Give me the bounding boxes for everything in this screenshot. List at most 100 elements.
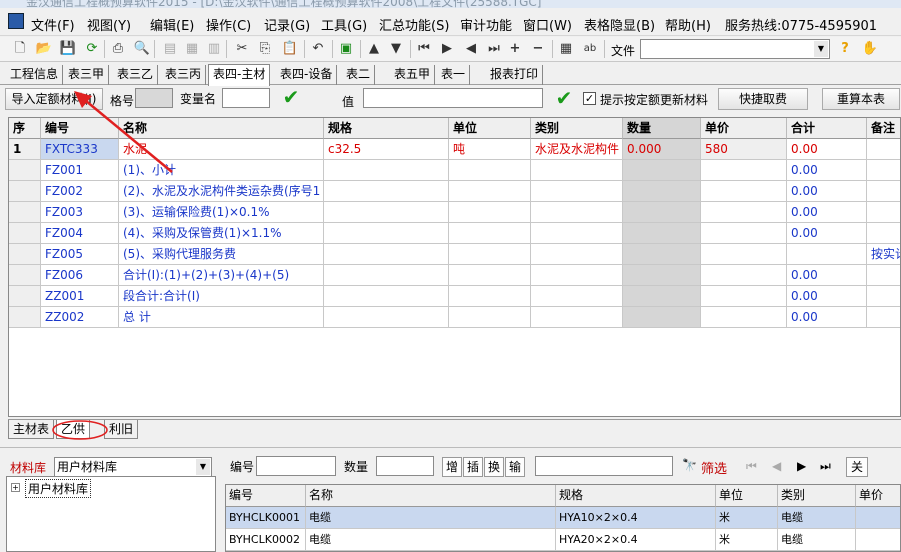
cell-note[interactable]: [867, 265, 900, 286]
cell-category[interactable]: [531, 202, 623, 223]
confirm-varname-icon[interactable]: ✔: [280, 86, 302, 108]
library-cell-category[interactable]: 电缆: [778, 507, 856, 529]
find-replace-icon[interactable]: ab: [580, 39, 600, 59]
cell-price[interactable]: [701, 202, 787, 223]
library-column-header-category[interactable]: 类别: [778, 485, 856, 507]
cell-qty[interactable]: 0.000: [623, 139, 701, 160]
library-cell-unit[interactable]: 米: [716, 507, 778, 529]
cell-spec[interactable]: [324, 202, 449, 223]
cell-price[interactable]: 580: [701, 139, 787, 160]
column-header-category[interactable]: 类别: [531, 118, 623, 139]
cell-name[interactable]: (4)、采购及保管费(1)×1.1%: [119, 223, 324, 244]
menu-table-visibility[interactable]: 表格隐显(B): [584, 15, 655, 34]
cell-qty[interactable]: [623, 223, 701, 244]
library-column-header-name[interactable]: 名称: [306, 485, 556, 507]
recalc-table-button[interactable]: 重算本表: [822, 88, 900, 110]
cell-unit[interactable]: [449, 223, 531, 244]
qty-field[interactable]: [376, 456, 434, 476]
tab-table3a[interactable]: 表三甲: [64, 65, 110, 85]
cell-spec[interactable]: [324, 223, 449, 244]
cell-note[interactable]: 按实计: [867, 244, 900, 265]
tab-table4-main[interactable]: 表四-主材: [208, 64, 271, 86]
column-header-note[interactable]: 备注: [867, 118, 900, 139]
library-cell-name[interactable]: 电缆: [306, 507, 556, 529]
cell-spec[interactable]: [324, 160, 449, 181]
expand-icon[interactable]: +: [11, 483, 20, 492]
cell-price[interactable]: [701, 244, 787, 265]
cell-total[interactable]: 0.00: [787, 160, 867, 181]
replace-button[interactable]: 换: [484, 457, 504, 477]
cell-category[interactable]: [531, 181, 623, 202]
cell-unit[interactable]: [449, 160, 531, 181]
library-column-header-unit[interactable]: 单位: [716, 485, 778, 507]
cell-note[interactable]: [867, 139, 900, 160]
column-header-price[interactable]: 单价: [701, 118, 787, 139]
tab-main-material[interactable]: 主材表: [8, 420, 55, 439]
menu-tools[interactable]: 工具(G): [321, 15, 367, 34]
tab-project-info[interactable]: 工程信息: [6, 65, 64, 85]
print-icon[interactable]: ⎙: [108, 39, 128, 59]
tab-table2[interactable]: 表二: [342, 65, 376, 85]
undo-icon[interactable]: ↶: [308, 39, 328, 59]
menu-file[interactable]: 文件(F): [31, 15, 75, 34]
varname-field[interactable]: [222, 88, 270, 108]
cell-name[interactable]: 总 计: [119, 307, 324, 328]
menu-edit[interactable]: 编辑(E): [150, 15, 194, 34]
cell-unit[interactable]: [449, 181, 531, 202]
column-header-seq[interactable]: 序: [9, 118, 41, 139]
cell-unit[interactable]: [449, 202, 531, 223]
tab-report-print[interactable]: 报表打印: [486, 65, 544, 85]
cell-seq[interactable]: [9, 286, 41, 307]
library-cell-category[interactable]: 电缆: [778, 529, 856, 551]
menu-operate[interactable]: 操作(C): [206, 15, 251, 34]
move-up-icon[interactable]: ▲: [364, 39, 384, 59]
copy-icon[interactable]: ⎘: [255, 39, 275, 59]
cell-total[interactable]: [787, 244, 867, 265]
library-cell-code[interactable]: BYHCLK0001: [226, 507, 306, 529]
cell-seq[interactable]: [9, 307, 41, 328]
cell-seq[interactable]: 1: [9, 139, 41, 160]
cell-unit[interactable]: [449, 265, 531, 286]
menu-record[interactable]: 记录(G): [264, 15, 310, 34]
cell-unit[interactable]: [449, 286, 531, 307]
cell-price[interactable]: [701, 286, 787, 307]
cell-total[interactable]: 0.00: [787, 202, 867, 223]
cell-spec[interactable]: [324, 286, 449, 307]
insert-button[interactable]: 插: [463, 457, 483, 477]
print-preview-icon[interactable]: 🔍: [132, 39, 152, 59]
cell-total[interactable]: 0.00: [787, 286, 867, 307]
menu-audit[interactable]: 审计功能: [460, 15, 512, 34]
last-page-icon[interactable]: ⏭: [820, 459, 831, 474]
chevron-down-icon[interactable]: ▼: [814, 41, 828, 57]
cell-qty[interactable]: [623, 286, 701, 307]
chevron-down-icon[interactable]: ▼: [196, 459, 210, 475]
library-cell-code[interactable]: BYHCLK0002: [226, 529, 306, 551]
library-select[interactable]: 用户材料库 ▼: [54, 457, 212, 477]
cell-unit[interactable]: [449, 244, 531, 265]
delete-record-icon[interactable]: −: [528, 39, 548, 59]
library-cell-spec[interactable]: HYA10×2×0.4: [556, 507, 716, 529]
cell-code[interactable]: ZZ002: [41, 307, 119, 328]
value-field[interactable]: [363, 88, 543, 108]
cell-code[interactable]: FZ006: [41, 265, 119, 286]
column-header-total[interactable]: 合计: [787, 118, 867, 139]
menu-summary[interactable]: 汇总功能(S): [379, 15, 449, 34]
tab-table5a[interactable]: 表五甲: [390, 65, 436, 85]
cell-spec[interactable]: [324, 307, 449, 328]
cut-icon[interactable]: ✂: [232, 39, 252, 59]
cell-spec[interactable]: [324, 181, 449, 202]
cell-price[interactable]: [701, 307, 787, 328]
help-icon[interactable]: ?: [835, 39, 855, 59]
cell-code[interactable]: FZ004: [41, 223, 119, 244]
cell-name[interactable]: 段合计:合计(Ⅰ): [119, 286, 324, 307]
back-record-icon[interactable]: ◀: [461, 39, 481, 59]
hand-icon[interactable]: ✋: [860, 39, 880, 59]
library-column-header-code[interactable]: 编号: [226, 485, 306, 507]
binoculars-icon[interactable]: 🔭: [682, 458, 697, 472]
cell-qty[interactable]: [623, 160, 701, 181]
cell-total[interactable]: 0.00: [787, 139, 867, 160]
close-button[interactable]: 关: [846, 457, 868, 477]
cell-spec[interactable]: c32.5: [324, 139, 449, 160]
cell-seq[interactable]: [9, 202, 41, 223]
quick-fee-button[interactable]: 快捷取费: [718, 88, 808, 110]
